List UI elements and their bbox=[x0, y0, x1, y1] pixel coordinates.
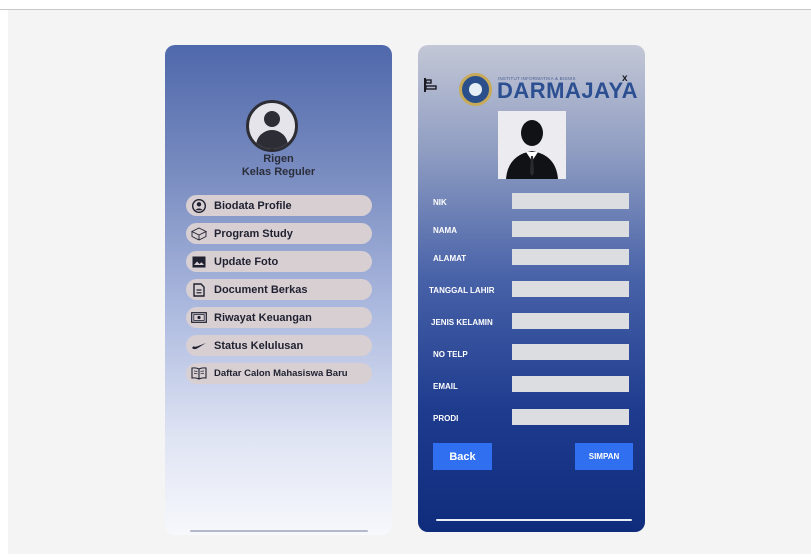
menu-item-label: Update Foto bbox=[214, 255, 279, 268]
label-prodi: PRODI bbox=[433, 414, 459, 423]
label-email: EMAIL bbox=[433, 382, 458, 391]
menu-toggle-icon[interactable] bbox=[424, 78, 438, 92]
check-swoosh-icon bbox=[190, 338, 208, 354]
book-icon bbox=[190, 366, 208, 382]
menu-item-label: Program Study bbox=[214, 227, 293, 240]
close-button[interactable]: x bbox=[622, 73, 628, 84]
user-class: Kelas Reguler bbox=[241, 166, 316, 178]
label-alamat: ALAMAT bbox=[433, 254, 467, 263]
user-name: Rigen bbox=[263, 153, 294, 165]
prodi-field[interactable] bbox=[512, 409, 629, 425]
nik-field[interactable] bbox=[512, 193, 629, 209]
home-indicator bbox=[190, 530, 368, 532]
save-button[interactable]: SIMPAN bbox=[575, 443, 633, 470]
tanggal-lahir-field[interactable] bbox=[512, 281, 629, 297]
nama-field[interactable] bbox=[512, 221, 629, 237]
back-button[interactable]: Back bbox=[433, 443, 492, 470]
sidebar-screen: Rigen Kelas Reguler Biodata Profile Prog… bbox=[165, 45, 392, 535]
money-icon bbox=[190, 310, 208, 326]
menu-item-daftar-calon-mahasiswa-baru[interactable]: Daftar Calon Mahasiswa Baru bbox=[186, 363, 372, 384]
image-icon bbox=[190, 254, 208, 270]
brand-logo-text: DARMAJAYA bbox=[497, 78, 639, 103]
jenis-kelamin-field[interactable] bbox=[512, 313, 629, 329]
menu-item-biodata-profile[interactable]: Biodata Profile bbox=[186, 195, 372, 216]
menu-item-label: Daftar Calon Mahasiswa Baru bbox=[214, 368, 348, 379]
canvas-background bbox=[8, 10, 811, 554]
logo-seal-icon bbox=[459, 73, 492, 106]
document-icon bbox=[190, 282, 208, 298]
menu-item-riwayat-keuangan[interactable]: Riwayat Keuangan bbox=[186, 307, 372, 328]
menu-item-label: Riwayat Keuangan bbox=[214, 311, 312, 324]
menu-item-document-berkas[interactable]: Document Berkas bbox=[186, 279, 372, 300]
profile-photo bbox=[498, 111, 566, 179]
menu-item-program-study[interactable]: Program Study bbox=[186, 223, 372, 244]
user-circle-icon bbox=[190, 198, 208, 214]
biodata-form-screen: INSTITUT INFORMATIKA & BISNIS DARMAJAYA … bbox=[418, 45, 645, 532]
menu-item-label: Status Kelulusan bbox=[214, 339, 304, 352]
email-field[interactable] bbox=[512, 376, 629, 392]
no-telp-field[interactable] bbox=[512, 344, 629, 360]
avatar-head-shape bbox=[264, 111, 280, 127]
home-indicator bbox=[436, 519, 632, 521]
cube-icon bbox=[190, 226, 208, 242]
label-no-telp: NO TELP bbox=[433, 350, 468, 359]
menu-item-label: Document Berkas bbox=[214, 283, 308, 296]
label-nik: NIK bbox=[433, 198, 447, 207]
alamat-field[interactable] bbox=[512, 249, 629, 265]
avatar-body-shape bbox=[256, 130, 288, 149]
menu-item-status-kelulusan[interactable]: Status Kelulusan bbox=[186, 335, 372, 356]
menu-item-update-foto[interactable]: Update Foto bbox=[186, 251, 372, 272]
menu-item-label: Biodata Profile bbox=[214, 199, 292, 212]
avatar[interactable] bbox=[246, 100, 298, 152]
label-jenis-kelamin: JENIS KELAMIN bbox=[431, 318, 493, 327]
label-tanggal-lahir: TANGGAL LAHIR bbox=[429, 286, 495, 295]
label-nama: NAMA bbox=[433, 226, 457, 235]
